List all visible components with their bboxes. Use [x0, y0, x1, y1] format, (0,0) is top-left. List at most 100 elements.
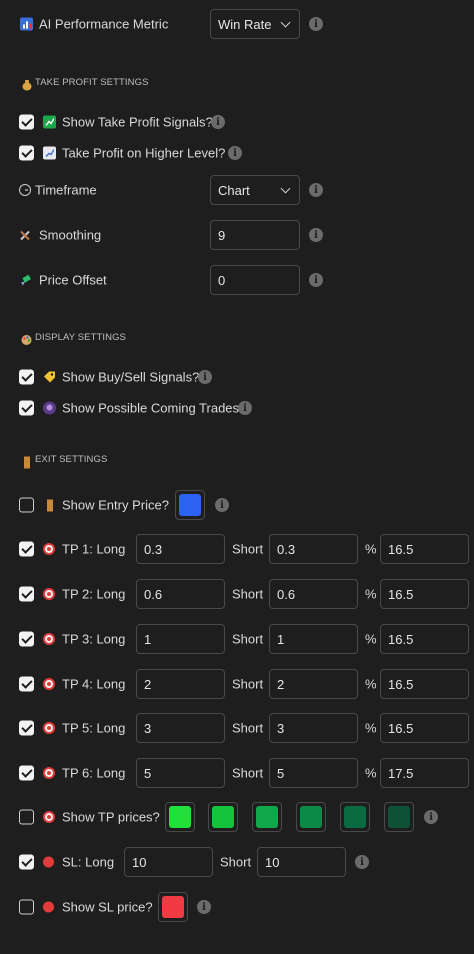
timeframe-label: Timeframe	[35, 182, 97, 198]
tp-price-color-swatch[interactable]	[252, 802, 282, 832]
chart-increasing-icon	[43, 115, 56, 129]
tp-percent-label: %	[365, 765, 377, 781]
show-buy-sell-label: Show Buy/Sell Signals?	[62, 369, 200, 385]
tp-checkbox[interactable]	[19, 676, 34, 692]
info-icon[interactable]: i	[309, 183, 323, 197]
info-icon[interactable]: i	[424, 810, 438, 824]
tp-higher-level-label: Take Profit on Higher Level?	[62, 145, 226, 161]
money-wings-icon	[19, 274, 32, 287]
tp-higher-level-checkbox[interactable]	[19, 145, 34, 161]
tp-percent-input[interactable]: 16.5	[380, 534, 469, 564]
tp-percent-input[interactable]: 16.5	[380, 624, 469, 654]
clock-icon	[19, 184, 31, 196]
info-icon[interactable]: i	[197, 900, 211, 914]
tp-price-color-swatch[interactable]	[208, 802, 238, 832]
tp-checkbox[interactable]	[19, 586, 34, 602]
tp-short-input[interactable]: 0.6	[269, 579, 358, 609]
tp-percent-label: %	[365, 541, 377, 557]
tp-percent-input[interactable]: 16.5	[380, 579, 469, 609]
direct-hit-target-icon	[43, 767, 55, 779]
tp-label: TP 5: Long	[62, 720, 126, 736]
show-entry-price-row: Show Entry Price? i	[0, 489, 474, 521]
show-buy-sell-row: Show Buy/Sell Signals? i	[0, 361, 474, 393]
tp-long-input[interactable]: 2	[136, 669, 225, 699]
show-sl-price-row: Show SL price? i	[0, 891, 474, 923]
tp-long-input[interactable]: 0.6	[136, 579, 225, 609]
direct-hit-target-icon	[43, 588, 55, 600]
show-entry-price-checkbox[interactable]	[19, 497, 34, 513]
info-icon[interactable]: i	[355, 855, 369, 869]
tp-short-input[interactable]: 2	[269, 669, 358, 699]
stop-loss-short-input[interactable]: 10	[257, 847, 346, 877]
tp-row: TP 6: Long 5 Short 5% 17.5	[0, 757, 474, 789]
show-sl-price-checkbox[interactable]	[19, 899, 34, 915]
tp-label: TP 2: Long	[62, 586, 126, 602]
timeframe-select[interactable]: Chart	[210, 175, 300, 205]
section-title: TAKE PROFIT SETTINGS	[35, 77, 149, 88]
tp-checkbox[interactable]	[19, 541, 34, 557]
door-icon	[43, 499, 56, 512]
info-icon[interactable]: i	[309, 17, 323, 31]
tp-long-input[interactable]: 1	[136, 624, 225, 654]
tp-price-color-swatch[interactable]	[384, 802, 414, 832]
stop-loss-long-input[interactable]: 10	[124, 847, 213, 877]
show-tp-prices-row: Show TP prices? i	[0, 801, 474, 833]
section-title: DISPLAY SETTINGS	[35, 332, 126, 343]
show-tp-signals-checkbox[interactable]	[19, 114, 34, 130]
show-entry-price-label: Show Entry Price?	[62, 497, 169, 513]
show-coming-trades-checkbox[interactable]	[19, 400, 34, 416]
info-icon[interactable]: i	[228, 146, 242, 160]
show-sl-price-label: Show SL price?	[62, 899, 153, 915]
tp-price-color-swatch[interactable]	[165, 802, 195, 832]
info-icon[interactable]: i	[198, 370, 212, 384]
tp-long-input[interactable]: 5	[136, 758, 225, 788]
info-icon[interactable]: i	[211, 115, 225, 129]
stop-loss-checkbox[interactable]	[19, 854, 34, 870]
tp-price-color-swatch[interactable]	[296, 802, 326, 832]
red-circle-icon	[43, 856, 54, 868]
ai-metric-value: Win Rate	[218, 16, 272, 32]
tp-percent-input[interactable]: 17.5	[380, 758, 469, 788]
info-icon[interactable]: i	[309, 228, 323, 242]
ai-metric-select[interactable]: Win Rate	[210, 9, 300, 39]
direct-hit-target-icon	[43, 811, 55, 823]
tp-checkbox[interactable]	[19, 631, 34, 647]
tp-checkbox[interactable]	[19, 720, 34, 736]
tp-checkbox[interactable]	[19, 765, 34, 781]
money-bag-icon	[20, 79, 33, 92]
direct-hit-target-icon	[43, 722, 55, 734]
direct-hit-target-icon	[43, 633, 55, 645]
info-icon[interactable]: i	[309, 273, 323, 287]
info-icon[interactable]: i	[238, 401, 252, 415]
smoothing-label: Smoothing	[39, 227, 102, 243]
tp-short-input[interactable]: 0.3	[269, 534, 358, 564]
tp-short-input[interactable]: 5	[269, 758, 358, 788]
smoothing-input[interactable]: 9	[210, 220, 300, 250]
show-coming-trades-row: Show Possible Coming Trades? i	[0, 392, 474, 424]
color-fill	[344, 806, 366, 828]
entry-price-color-swatch[interactable]	[175, 490, 205, 520]
tp-short-input[interactable]: 3	[269, 713, 358, 743]
info-icon[interactable]: i	[215, 498, 229, 512]
tp-long-input[interactable]: 3	[136, 713, 225, 743]
price-offset-input[interactable]: 0	[210, 265, 300, 295]
chart-trend-icon	[43, 146, 56, 160]
timeframe-value: Chart	[218, 182, 250, 198]
show-tp-signals-row: Show Take Profit Signals? i	[0, 106, 474, 138]
sl-price-color-swatch[interactable]	[158, 892, 188, 922]
tp-higher-level-row: Take Profit on Higher Level? i	[0, 137, 474, 169]
ai-metric-label: AI Performance Metric	[39, 16, 169, 32]
tp-short-label: Short	[232, 720, 264, 736]
tp-row: TP 1: Long 0.3 Short 0.3% 16.5	[0, 533, 474, 565]
tp-short-label: Short	[232, 541, 264, 557]
show-buy-sell-checkbox[interactable]	[19, 369, 34, 385]
tp-long-input[interactable]: 0.3	[136, 534, 225, 564]
tp-percent-input[interactable]: 16.5	[380, 713, 469, 743]
tp-percent-input[interactable]: 16.5	[380, 669, 469, 699]
tp-price-color-swatch[interactable]	[340, 802, 370, 832]
color-fill	[256, 806, 278, 828]
tp-short-input[interactable]: 1	[269, 624, 358, 654]
chart-icon	[20, 17, 33, 31]
tp-percent-label: %	[365, 586, 377, 602]
show-tp-prices-checkbox[interactable]	[19, 809, 34, 825]
